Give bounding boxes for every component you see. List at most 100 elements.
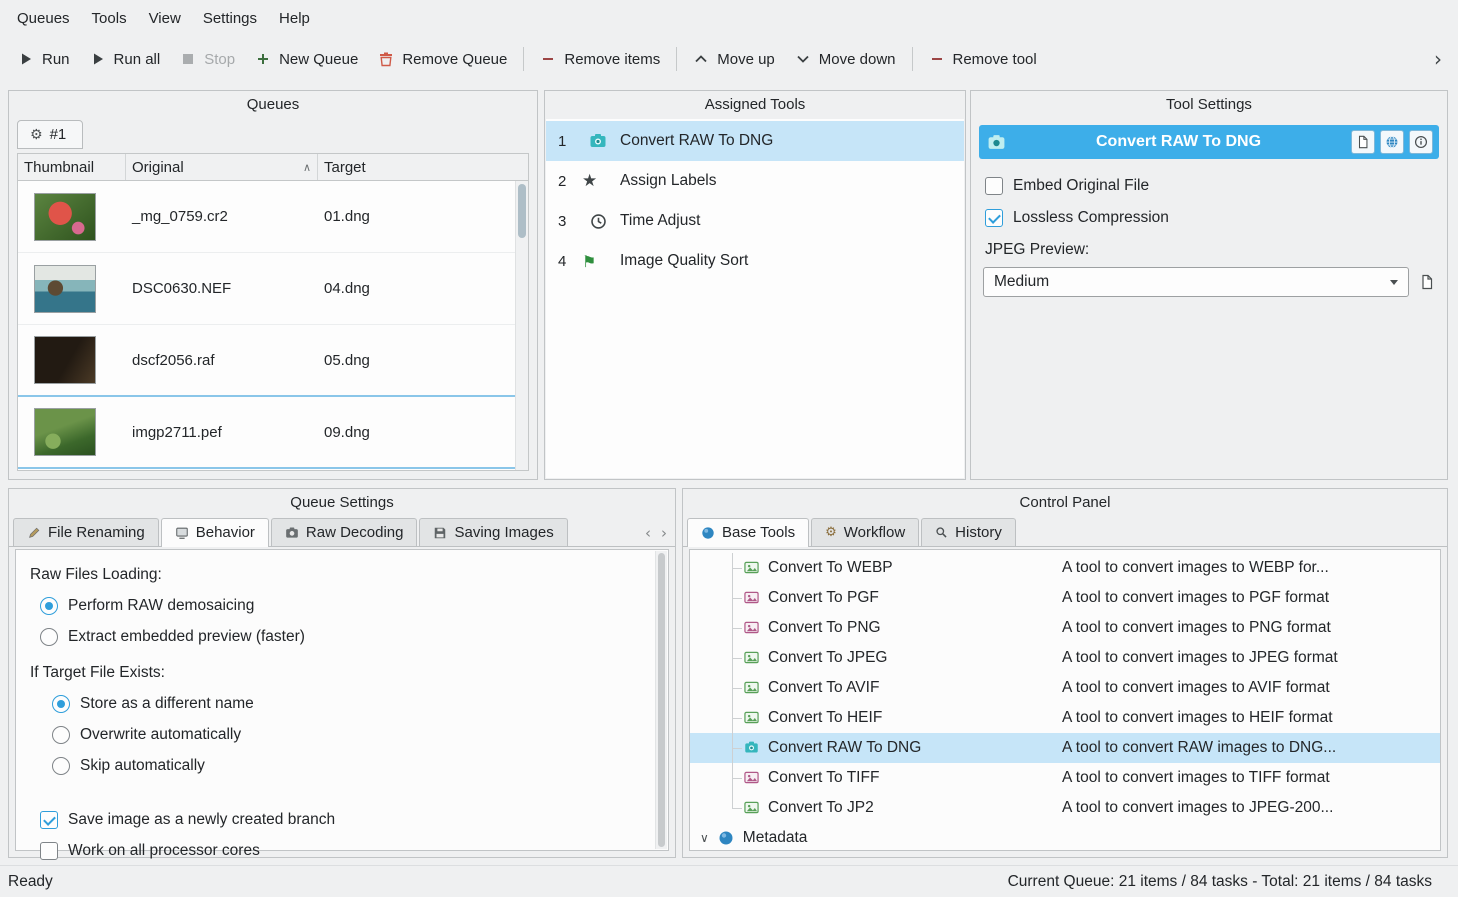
tab-raw-decoding[interactable]: Raw Decoding — [271, 518, 418, 546]
tool-description: A tool to convert images to HEIF format — [1062, 709, 1436, 727]
column-header-target[interactable]: Target — [318, 154, 515, 180]
tab-history[interactable]: History — [921, 518, 1016, 546]
column-header-original[interactable]: Original ∧ — [126, 154, 318, 180]
jpeg-preview-select[interactable]: Medium — [983, 267, 1409, 297]
toolbar-separator — [523, 47, 524, 71]
thumbnail-image — [34, 408, 96, 456]
dng-converter-icon — [987, 133, 1006, 152]
tool-tree-row[interactable]: Convert To PNG A tool to convert images … — [690, 613, 1440, 643]
radio-checked-icon — [40, 597, 58, 615]
toolbar-separator — [912, 47, 913, 71]
tab-saving-images[interactable]: Saving Images — [419, 518, 567, 546]
assigned-tools-list: 1 Convert RAW To DNG 2 ★ Assign Labels 3… — [546, 119, 964, 478]
move-up-button[interactable]: Move up — [683, 44, 785, 75]
tool-index: 2 — [546, 173, 582, 190]
menu-item-view[interactable]: View — [138, 3, 192, 34]
demosaic-radio[interactable]: Perform RAW demosaicing — [40, 597, 654, 615]
document-icon — [1356, 135, 1370, 149]
tab-scroll-right-icon[interactable]: › — [657, 524, 671, 542]
tool-header-buttons — [1351, 130, 1433, 154]
tool-name: Convert RAW To DNG — [690, 739, 921, 757]
tool-docs-button[interactable] — [1351, 130, 1375, 154]
store-different-name-radio[interactable]: Store as a different name — [52, 695, 654, 713]
tab-label: Base Tools — [722, 524, 795, 541]
radio-unchecked-icon — [40, 628, 58, 646]
tab-behavior[interactable]: Behavior — [161, 518, 269, 547]
skip-radio[interactable]: Skip automatically — [52, 757, 654, 775]
tool-tree-row[interactable]: Convert To JPEG A tool to convert images… — [690, 643, 1440, 673]
assigned-tool-row[interactable]: 3 Time Adjust — [546, 201, 964, 241]
run-all-button[interactable]: Run all — [80, 44, 171, 75]
all-cores-checkbox[interactable]: Work on all processor cores — [40, 842, 654, 860]
embed-original-checkbox[interactable]: Embed Original File — [985, 177, 1149, 195]
image-icon — [744, 710, 759, 725]
new-queue-button[interactable]: New Queue — [245, 44, 368, 75]
play-icon — [18, 51, 34, 67]
vertical-scrollbar[interactable] — [515, 181, 528, 470]
tool-label: Image Quality Sort — [614, 252, 748, 270]
behavior-settings: Raw Files Loading: Perform RAW demosaici… — [15, 549, 669, 851]
tab-file-renaming[interactable]: File Renaming — [13, 518, 159, 546]
menu-item-tools[interactable]: Tools — [81, 3, 138, 34]
image-icon — [744, 650, 759, 665]
assigned-tool-row[interactable]: 4 ⚑ Image Quality Sort — [546, 241, 964, 281]
queue-table-header: Thumbnail Original ∧ Target — [18, 154, 528, 181]
remove-tool-button[interactable]: Remove tool — [919, 44, 1047, 75]
lossless-compression-checkbox[interactable]: Lossless Compression — [985, 209, 1169, 227]
menu-item-settings[interactable]: Settings — [192, 3, 268, 34]
metadata-tree-node[interactable]: ∨ Metadata — [690, 823, 1440, 851]
queue-item-row[interactable]: imgp2711.pef 09.dng — [18, 397, 515, 469]
queue-settings-title: Queue Settings — [9, 489, 675, 517]
overwrite-radio[interactable]: Overwrite automatically — [52, 726, 654, 744]
embedded-preview-radio[interactable]: Extract embedded preview (faster) — [40, 628, 654, 646]
overwrite-label: Overwrite automatically — [80, 726, 241, 744]
tab-scroll-left-icon[interactable]: ‹ — [641, 524, 655, 542]
tool-tree-row[interactable]: Convert To HEIF A tool to convert images… — [690, 703, 1440, 733]
new-branch-checkbox[interactable]: Save image as a newly created branch — [40, 811, 654, 829]
scrollbar-thumb[interactable] — [518, 184, 526, 238]
move-down-button[interactable]: Move down — [785, 44, 906, 75]
assigned-tool-row[interactable]: 2 ★ Assign Labels — [546, 161, 964, 201]
queue-rows: _mg_0759.cr2 01.dng DSC0630.NEF 04.dng d… — [18, 181, 515, 470]
queue-tab-1[interactable]: ⚙ #1 — [17, 120, 83, 149]
menu-item-queues[interactable]: Queues — [6, 3, 81, 34]
tool-tree-row[interactable]: Convert To WEBP A tool to convert images… — [690, 553, 1440, 583]
column-label: Thumbnail — [24, 159, 94, 176]
tool-info-button[interactable] — [1409, 130, 1433, 154]
document-icon-button[interactable] — [1419, 274, 1435, 290]
stop-button[interactable]: Stop — [170, 44, 245, 75]
column-header-thumbnail[interactable]: Thumbnail — [18, 154, 126, 180]
assigned-tool-row[interactable]: 1 Convert RAW To DNG — [546, 121, 964, 161]
menu-item-help[interactable]: Help — [268, 3, 321, 34]
tool-website-button[interactable] — [1380, 130, 1404, 154]
assigned-tools-title: Assigned Tools — [545, 91, 965, 119]
tool-settings-panel: Tool Settings Convert RAW To DNG Embed O… — [970, 90, 1448, 480]
tab-workflow[interactable]: ⚙ Workflow — [811, 518, 919, 546]
toolbar-overflow-button[interactable]: › — [1426, 45, 1450, 73]
queues-panel-title: Queues — [9, 91, 537, 119]
queue-item-row[interactable]: _mg_0759.cr2 01.dng — [18, 181, 515, 253]
stop-icon — [180, 51, 196, 67]
remove-items-button[interactable]: Remove items — [530, 44, 670, 75]
info-icon — [1414, 135, 1428, 149]
tab-label: Workflow — [844, 524, 905, 541]
tool-tree-row[interactable]: Convert To TIFF A tool to convert images… — [690, 763, 1440, 793]
tab-base-tools[interactable]: Base Tools — [687, 518, 809, 547]
store-different-name-label: Store as a different name — [80, 695, 254, 713]
tool-tree-row-selected[interactable]: Convert RAW To DNG A tool to convert RAW… — [690, 733, 1440, 763]
plus-icon — [255, 51, 271, 67]
queue-item-row[interactable]: dscf2056.raf 05.dng — [18, 325, 515, 397]
tool-tree-row[interactable]: Convert To JP2 A tool to convert images … — [690, 793, 1440, 823]
tool-tree-row[interactable]: Convert To PGF A tool to convert images … — [690, 583, 1440, 613]
run-button[interactable]: Run — [8, 44, 80, 75]
remove-queue-button[interactable]: Remove Queue — [368, 44, 517, 75]
tool-name: Convert To JPEG — [690, 649, 887, 667]
tool-tree-row[interactable]: Convert To AVIF A tool to convert images… — [690, 673, 1440, 703]
tool-description: A tool to convert RAW images to DNG... — [1062, 739, 1436, 757]
queue-item-row[interactable]: DSC0630.NEF 04.dng — [18, 253, 515, 325]
base-tools-tree: Convert To WEBP A tool to convert images… — [689, 549, 1441, 851]
search-icon — [935, 526, 948, 539]
vertical-scrollbar[interactable] — [655, 551, 667, 849]
scrollbar-thumb[interactable] — [658, 553, 665, 847]
tool-index: 1 — [546, 133, 582, 150]
